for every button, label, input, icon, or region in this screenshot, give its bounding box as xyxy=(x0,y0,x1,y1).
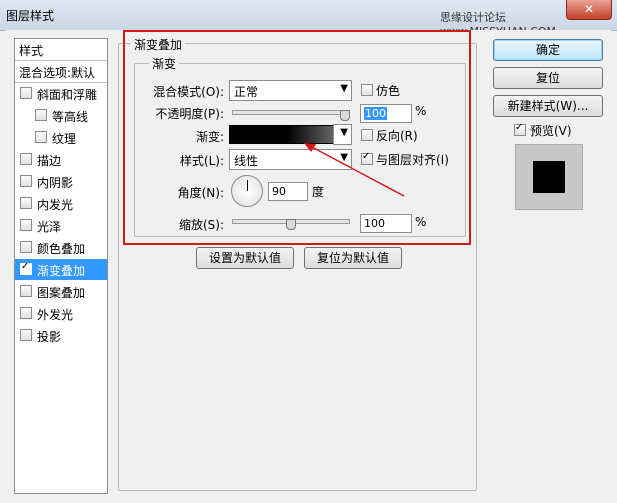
style-list-label: 外发光 xyxy=(37,308,74,322)
style-checkbox[interactable] xyxy=(35,109,47,121)
style-checkbox[interactable] xyxy=(20,87,32,99)
style-checkbox[interactable] xyxy=(20,329,32,341)
style-list-label: 内发光 xyxy=(37,198,74,212)
angle-label: 角度(N): xyxy=(177,186,224,200)
close-button[interactable]: ✕ xyxy=(566,0,612,20)
style-checkbox[interactable] xyxy=(20,241,32,253)
style-list-item[interactable]: 纹理 xyxy=(15,127,107,148)
style-list-label: 斜面和浮雕 xyxy=(37,88,98,102)
style-list-label: 等高线 xyxy=(52,110,89,124)
style-list-label: 图案叠加 xyxy=(37,286,86,300)
blend-mode-value: 正常 xyxy=(234,85,259,99)
style-list-item[interactable]: 描边 xyxy=(15,149,107,170)
style-list-label: 内阴影 xyxy=(37,176,74,190)
reset-default-button[interactable]: 复位为默认值 xyxy=(304,247,402,269)
preview-checkbox[interactable] xyxy=(514,122,526,136)
preview-label: 预览(V) xyxy=(530,124,572,138)
reset-button[interactable]: 复位 xyxy=(493,67,603,89)
opacity-value: 100 xyxy=(364,107,387,120)
style-list-item[interactable]: 渐变叠加 xyxy=(15,259,107,280)
ok-button[interactable]: 确定 xyxy=(493,39,603,61)
opacity-unit: % xyxy=(415,104,427,118)
style-list-label: 渐变叠加 xyxy=(37,264,86,278)
style-list-item[interactable]: 混合选项:默认 xyxy=(15,61,107,83)
opacity-slider[interactable] xyxy=(232,110,350,115)
angle-value: 90 xyxy=(272,185,286,198)
style-checkbox[interactable] xyxy=(20,307,32,319)
dither-label: 仿色 xyxy=(376,84,401,98)
scale-value: 100 xyxy=(364,217,385,230)
blend-mode-label: 混合模式(O): xyxy=(153,85,224,99)
style-list-label: 投影 xyxy=(37,330,62,344)
title-bar: 图层样式 思缘设计论坛 www.MISSYUAN.COM ✕ xyxy=(0,0,617,38)
styles-list: 样式混合选项:默认斜面和浮雕等高线纹理描边内阴影内发光光泽颜色叠加渐变叠加图案叠… xyxy=(14,38,108,494)
style-list-label: 描边 xyxy=(37,154,62,168)
style-list-item[interactable]: 内阴影 xyxy=(15,171,107,192)
opacity-input[interactable]: 100 xyxy=(360,104,412,123)
preview-square xyxy=(533,161,565,193)
style-list-item[interactable]: 图案叠加 xyxy=(15,281,107,302)
style-list-item[interactable]: 投影 xyxy=(15,325,107,346)
blend-mode-select[interactable]: 正常 ▼ xyxy=(229,80,352,101)
style-checkbox[interactable] xyxy=(35,131,47,143)
style-list-item[interactable]: 外发光 xyxy=(15,303,107,324)
chevron-down-icon: ▼ xyxy=(340,83,348,94)
style-list-label: 光泽 xyxy=(37,220,62,234)
style-list-item[interactable]: 等高线 xyxy=(15,105,107,126)
style-list-label: 颜色叠加 xyxy=(37,242,86,256)
style-label: 样式(L): xyxy=(179,154,224,168)
style-checkbox[interactable] xyxy=(20,197,32,209)
style-checkbox[interactable] xyxy=(20,153,32,165)
window-title: 图层样式 xyxy=(6,9,55,23)
style-list-label: 纹理 xyxy=(52,132,77,146)
style-checkbox[interactable] xyxy=(20,219,32,231)
style-list-item[interactable]: 颜色叠加 xyxy=(15,237,107,258)
angle-needle-icon xyxy=(247,180,248,191)
angle-input[interactable]: 90 xyxy=(268,182,308,201)
style-value: 线性 xyxy=(234,154,259,168)
opacity-label: 不透明度(P): xyxy=(155,107,224,121)
gradient-label: 渐变: xyxy=(195,130,224,144)
new-style-button[interactable]: 新建样式(W)... xyxy=(493,95,603,117)
opacity-slider-thumb[interactable] xyxy=(340,110,350,121)
style-checkbox[interactable] xyxy=(20,261,32,275)
dither-checkbox[interactable] xyxy=(361,84,373,96)
angle-dial[interactable] xyxy=(231,175,263,207)
scale-slider-thumb[interactable] xyxy=(286,219,296,230)
style-checkbox[interactable] xyxy=(20,285,32,297)
style-list-label: 样式 xyxy=(19,44,44,58)
style-list-item[interactable]: 斜面和浮雕 xyxy=(15,83,107,104)
style-list-item[interactable]: 内发光 xyxy=(15,193,107,214)
style-preview-swatch xyxy=(515,144,583,210)
scale-unit: % xyxy=(415,215,427,229)
style-list-item[interactable]: 样式 xyxy=(15,39,107,61)
make-default-button[interactable]: 设置为默认值 xyxy=(196,247,294,269)
style-list-item[interactable]: 光泽 xyxy=(15,215,107,236)
style-list-label: 混合选项:默认 xyxy=(19,66,96,80)
scale-input[interactable]: 100 xyxy=(360,214,412,233)
angle-unit: 度 xyxy=(312,185,325,199)
chevron-down-icon: ▼ xyxy=(340,127,348,138)
style-checkbox[interactable] xyxy=(20,175,32,187)
scale-label: 缩放(S): xyxy=(178,218,224,232)
